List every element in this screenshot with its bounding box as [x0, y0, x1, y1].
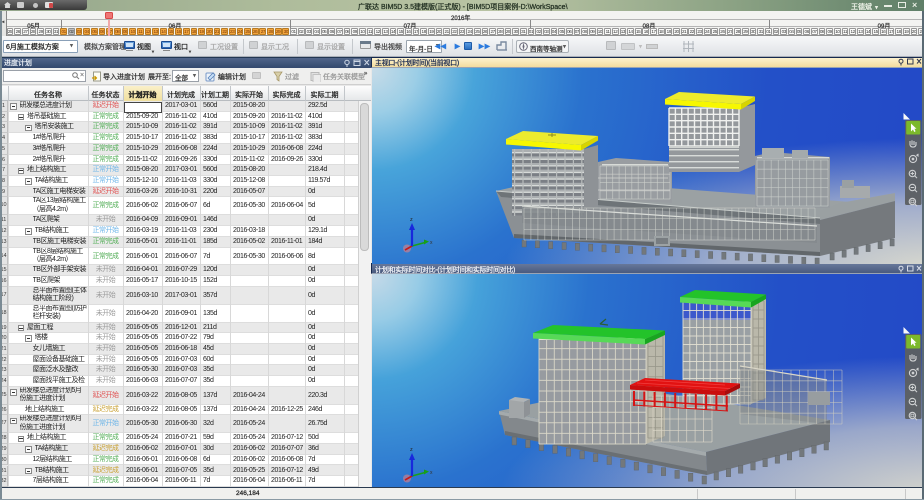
svg-text:z: z [410, 217, 413, 223]
svg-text:z: z [410, 447, 413, 453]
